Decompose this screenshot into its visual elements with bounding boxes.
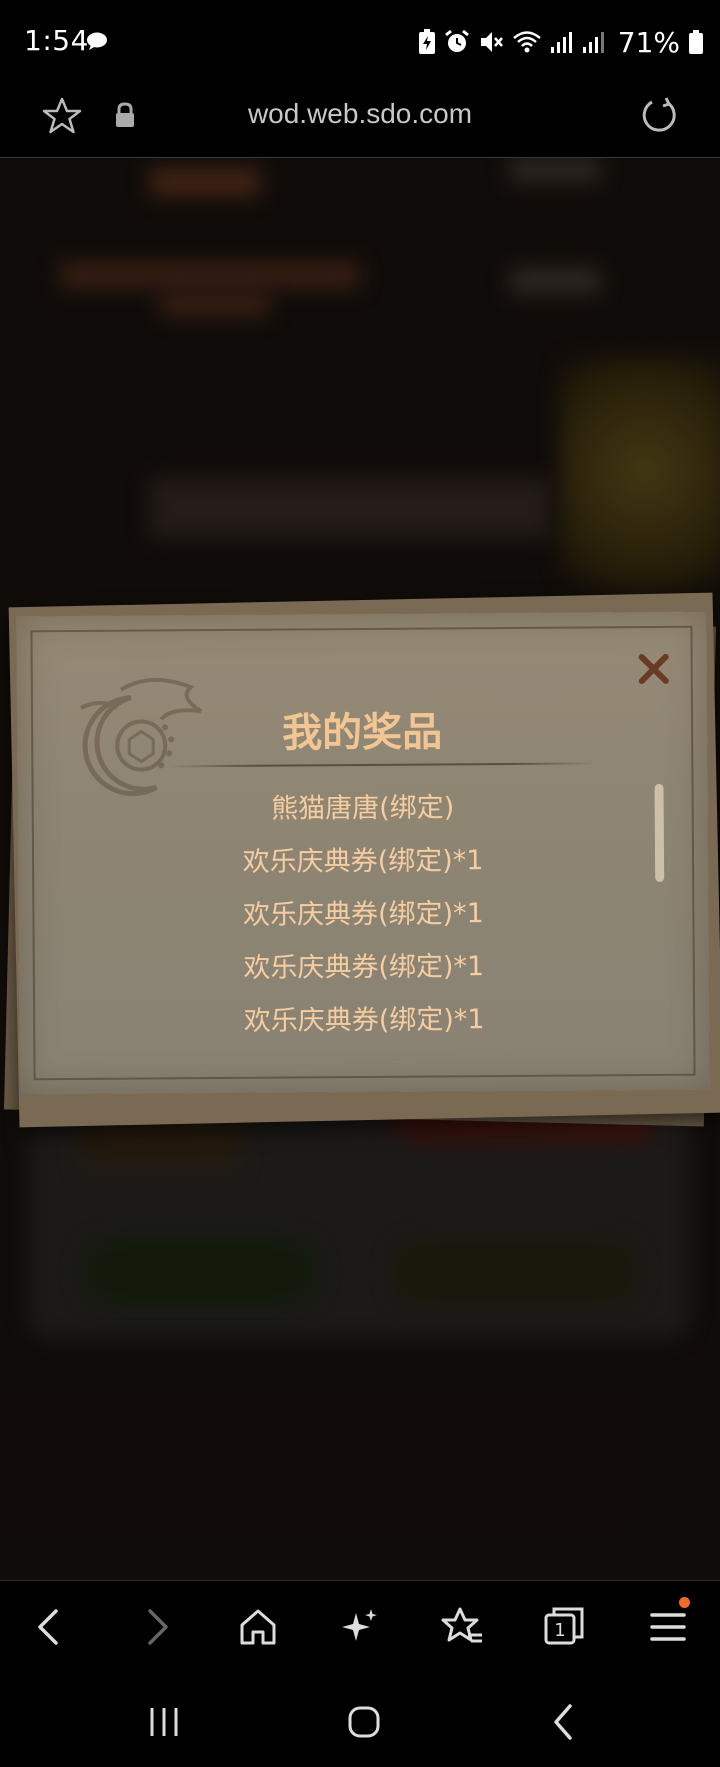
- tabs-icon: 1: [544, 1607, 584, 1645]
- signal-icon: [550, 32, 572, 53]
- bookmarks-button[interactable]: [438, 1603, 486, 1651]
- mute-icon: [480, 32, 503, 52]
- my-prizes-dialog: 我的奖品 熊猫唐唐(绑定) 欢乐庆典券(绑定)*1 欢乐庆典券(绑定)*1 欢乐…: [3, 592, 720, 1138]
- recents-button[interactable]: [140, 1698, 188, 1746]
- status-icons: 71%: [418, 24, 704, 60]
- url-text[interactable]: wod.web.sdo.com: [0, 98, 720, 130]
- signal-icon-2: [582, 32, 604, 53]
- paper-sheet: 我的奖品 熊猫唐唐(绑定) 欢乐庆典券(绑定)*1 欢乐庆典券(绑定)*1 欢乐…: [16, 611, 710, 1095]
- prize-list-scrollbar[interactable]: [654, 783, 665, 882]
- home-button[interactable]: [234, 1603, 282, 1651]
- prize-item: 欢乐庆典券(绑定)*1: [243, 1004, 485, 1037]
- prize-item: 熊猫唐唐(绑定): [271, 792, 455, 825]
- menu-icon: [650, 1613, 686, 1641]
- close-icon[interactable]: [637, 652, 671, 686]
- wifi-icon: [512, 31, 541, 53]
- recents-icon: [150, 1708, 178, 1736]
- back-icon: [38, 1609, 58, 1645]
- battery-saver-icon: [418, 29, 435, 54]
- back-button[interactable]: [26, 1603, 74, 1651]
- forward-icon: [148, 1609, 168, 1645]
- prize-item: 欢乐庆典券(绑定)*1: [243, 951, 485, 984]
- tab-count: 1: [554, 1620, 565, 1641]
- ai-sparkle-icon: [342, 1609, 377, 1641]
- chat-bubble-icon: [87, 32, 107, 50]
- system-back-button[interactable]: [540, 1698, 588, 1746]
- prize-item: 欢乐庆典券(绑定)*1: [242, 898, 484, 931]
- bookmarks-icon: [441, 1607, 482, 1643]
- system-home-button[interactable]: [340, 1698, 388, 1746]
- notification-dot: [679, 1597, 690, 1608]
- prize-item: 欢乐庆典券(绑定)*1: [242, 845, 484, 878]
- status-bar: 1:54 71%: [0, 0, 720, 84]
- home-icon: [240, 1609, 276, 1645]
- reload-icon[interactable]: [638, 94, 682, 138]
- prize-list: 熊猫唐唐(绑定) 欢乐庆典券(绑定)*1 欢乐庆典券(绑定)*1 欢乐庆典券(绑…: [18, 780, 710, 1050]
- tabs-button[interactable]: 1: [540, 1603, 588, 1651]
- browser-url-bar: wod.web.sdo.com: [0, 84, 720, 158]
- menu-button[interactable]: [644, 1597, 692, 1651]
- battery-icon: [689, 30, 703, 54]
- battery-percent: 71%: [617, 25, 680, 59]
- alarm-icon: [444, 29, 469, 52]
- ai-button[interactable]: [336, 1603, 384, 1651]
- browser-toolbar: 1: [0, 1580, 720, 1672]
- forward-button[interactable]: [132, 1603, 180, 1651]
- dialog-title: 我的奖品: [282, 709, 443, 757]
- status-time: 1:54: [24, 24, 89, 57]
- system-nav-bar: [0, 1672, 720, 1767]
- nav-back-icon: [554, 1704, 572, 1740]
- home-circle-icon: [348, 1706, 380, 1738]
